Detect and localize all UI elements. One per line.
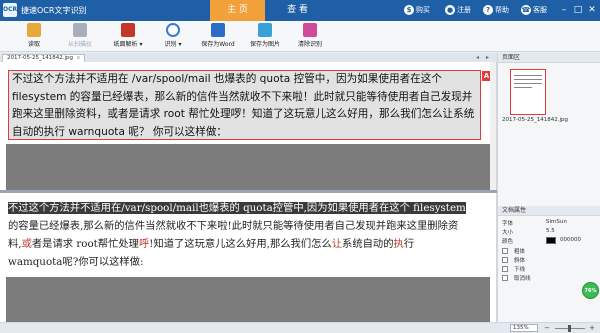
ocr-result-pane[interactable]: 不过这个方法并不适用在/var/spool/mail也爆表的 quota控管中,… <box>0 193 497 322</box>
error-mark: 让 <box>331 238 343 250</box>
result-line-3-c: !知道了这玩意儿这么好用,那么我们怎么 <box>149 238 332 250</box>
zoom-in-button[interactable]: + <box>588 324 596 332</box>
cart-icon: $ <box>404 5 414 15</box>
font-label: 字体 <box>502 221 514 227</box>
help-icon: ? <box>483 5 493 15</box>
title-bar: OCR 捷速OCR文字识别 主 页 查 看 $ 购买 ● 注册 ? 帮助 ☎ 客… <box>0 0 600 21</box>
close-tab-icon[interactable]: x <box>77 55 80 61</box>
image-scrollbar[interactable] <box>490 62 496 190</box>
clear-recognition-button[interactable]: 清除识别 <box>294 23 326 51</box>
buy-label: 购买 <box>416 6 430 14</box>
result-line-2[interactable]: 的容量已经爆表,那么新的信件当然就收不下来啦!此时就只能等待使用者自己发现并跑来… <box>8 217 488 235</box>
strike-checkbox[interactable] <box>502 275 508 281</box>
magnify-icon <box>166 23 180 37</box>
right-panel: 页面区 2017-05-25_141842.jpg 文档属性 字体 SimSun… <box>497 53 600 322</box>
word-icon <box>211 23 225 37</box>
register-label: 注册 <box>457 6 471 14</box>
italic-label: 斜体 <box>514 258 526 264</box>
page-area-header: 页面区 <box>498 53 600 63</box>
italic-checkbox[interactable] <box>502 257 508 263</box>
tab-view[interactable]: 查 看 <box>270 0 325 21</box>
ocr-result-text[interactable]: 不过这个方法并不适用在/var/spool/mail也爆表的 quota控管中,… <box>8 199 488 271</box>
font-value[interactable]: SimSun <box>546 219 567 225</box>
bold-option[interactable]: 粗体 <box>502 247 525 255</box>
thumb-line <box>514 75 542 76</box>
register-button[interactable]: ● 注册 <box>445 5 471 15</box>
tab-home[interactable]: 主 页 <box>210 0 265 21</box>
result-gray-area <box>6 277 490 322</box>
buy-button[interactable]: $ 购买 <box>404 5 430 15</box>
underline-option[interactable]: 下线 <box>502 265 525 273</box>
folder-open-icon <box>27 23 41 37</box>
headset-icon: ☎ <box>521 5 531 15</box>
result-line-4[interactable]: wamquota呢?你可以这样做: <box>8 253 488 271</box>
strike-label: 取消线 <box>514 276 531 282</box>
bold-label: 粗体 <box>514 249 526 255</box>
save-as-word-button[interactable]: 保存为Word <box>198 23 238 51</box>
help-button[interactable]: ? 帮助 <box>483 5 509 15</box>
underline-checkbox[interactable] <box>502 266 508 272</box>
chevron-right-icon[interactable]: ▸ <box>486 54 489 61</box>
clear-icon <box>303 23 317 37</box>
thumb-line <box>514 87 532 88</box>
from-scanner-button[interactable]: 从扫描仪 <box>62 23 98 51</box>
zoom-slider-handle[interactable] <box>568 325 571 332</box>
scanner-icon <box>73 23 87 37</box>
thumb-line <box>514 79 542 80</box>
service-button[interactable]: ☎ 客服 <box>521 5 547 15</box>
read-button[interactable]: 读取 <box>20 23 48 51</box>
result-line-3-b: 者是请求 root帮忙处理 <box>31 238 139 250</box>
color-value: 000000 <box>560 237 581 243</box>
image-gray-area <box>6 144 490 190</box>
picture-icon <box>258 23 272 37</box>
result-line-3-a: 料, <box>8 238 22 250</box>
result-line-3-d: 系统自动的 <box>342 238 394 250</box>
color-swatch[interactable] <box>546 237 556 244</box>
document-tab-name: 2017-05-25_141842.jpg <box>7 55 73 61</box>
save-as-image-button[interactable]: 保存为图片 <box>246 23 284 51</box>
strike-option[interactable]: 取消线 <box>502 274 531 282</box>
page-analysis-icon <box>121 23 135 37</box>
error-mark: 呼 <box>138 238 150 250</box>
thumb-line <box>514 83 542 84</box>
result-line-1[interactable]: 不过这个方法并不适用在/var/spool/mail也爆表的 quota控管中,… <box>8 202 466 214</box>
error-mark: 执 <box>393 238 404 250</box>
error-mark: 或 <box>21 238 32 250</box>
service-label: 客服 <box>533 6 547 14</box>
chevron-left-icon[interactable]: ◂ <box>476 54 479 61</box>
bold-checkbox[interactable] <box>502 248 508 254</box>
minimize-button[interactable]: – <box>558 4 570 16</box>
image-text-region[interactable]: 不过这个方法并不适用在 /var/spool/mail 也爆表的 quota 控… <box>8 70 481 140</box>
maximize-button[interactable]: □ <box>572 4 584 16</box>
page-thumbnail[interactable] <box>510 69 546 115</box>
recognize-button[interactable]: 识别 ▾ <box>160 23 186 51</box>
main-toolbar: 读取 从扫描仪 纸面解析 ▾ 识别 ▾ 保存为Word 保存为图片 清除识别 <box>0 21 600 52</box>
app-title: 捷速OCR文字识别 <box>21 6 87 15</box>
page-analysis-button[interactable]: 纸面解析 ▾ <box>110 23 146 51</box>
color-label: 颜色 <box>502 239 514 245</box>
size-label: 大小 <box>502 230 514 236</box>
italic-option[interactable]: 斜体 <box>502 256 525 264</box>
size-value[interactable]: 5.5 <box>546 228 555 234</box>
close-button[interactable]: ✕ <box>586 4 598 16</box>
status-bar: 135% − + <box>0 322 600 333</box>
user-icon: ● <box>445 5 455 15</box>
help-label: 帮助 <box>495 6 509 14</box>
thumbnail-name: 2017-05-25_141842.jpg <box>502 117 568 123</box>
result-line-3[interactable]: 料,或者是请求 root帮忙处理呼!知道了这玩意儿这么好用,那么我们怎么让系统自… <box>8 235 488 253</box>
image-view-pane[interactable]: 不过这个方法并不适用在 /var/spool/mail 也爆表的 quota 控… <box>0 62 497 190</box>
doc-props-header: 文档属性 <box>498 206 600 216</box>
result-line-3-e: 行 <box>403 238 415 250</box>
zoom-select[interactable]: 135% <box>510 324 538 332</box>
zoom-out-button[interactable]: − <box>543 324 551 332</box>
app-logo: OCR <box>3 3 17 17</box>
underline-label: 下线 <box>514 267 526 273</box>
document-tab[interactable]: 2017-05-25_141842.jpg x <box>2 54 85 62</box>
progress-badge: 76% <box>582 282 599 299</box>
document-tab-strip: 2017-05-25_141842.jpg x ◂ ▸ <box>0 53 497 62</box>
